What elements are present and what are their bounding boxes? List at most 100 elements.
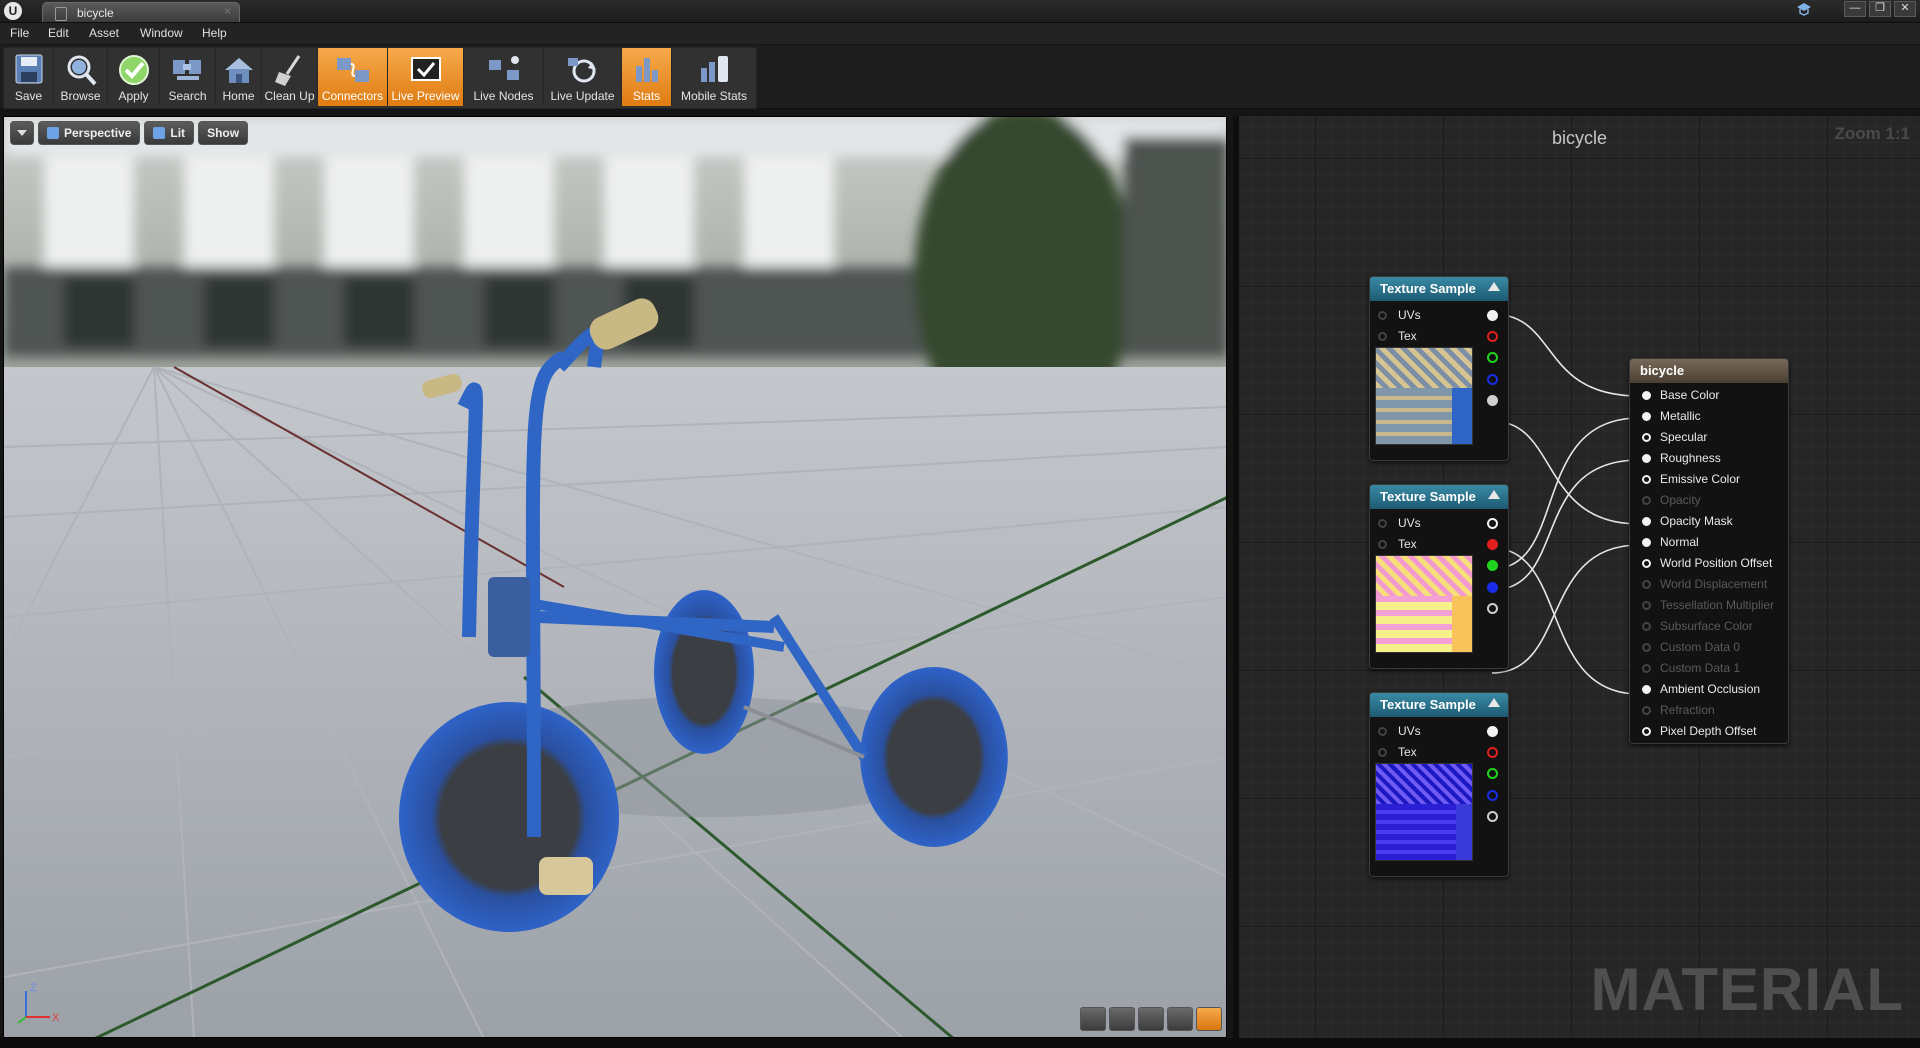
document-tab[interactable]: bicycle × <box>42 2 240 22</box>
apply-button[interactable]: Apply <box>108 48 160 106</box>
menu-file[interactable]: File <box>10 26 29 40</box>
output-r-pin[interactable] <box>1487 747 1498 758</box>
collapse-icon[interactable] <box>1488 698 1500 707</box>
plane-preview-button[interactable] <box>1138 1007 1164 1031</box>
clean-up-button[interactable]: Clean Up <box>262 48 318 106</box>
material-node-title: bicycle <box>1640 363 1685 378</box>
clean-up-icon <box>274 55 300 86</box>
browse-button[interactable]: Browse <box>54 48 108 106</box>
custom-mesh-preview-button[interactable] <box>1196 1007 1222 1031</box>
output-r-pin[interactable] <box>1487 331 1498 342</box>
search-icon <box>172 60 201 80</box>
live-preview-icon <box>410 57 441 81</box>
menu-help[interactable]: Help <box>202 26 227 40</box>
viewport-options-button[interactable] <box>10 121 34 145</box>
live-nodes-icon <box>488 56 519 80</box>
texture-sample-node[interactable]: Texture Sample UVs Tex <box>1369 692 1509 877</box>
output-rgb-pin[interactable] <box>1487 310 1498 321</box>
preview-mesh-buttons <box>1080 1007 1222 1031</box>
save-button[interactable]: Save <box>4 48 54 106</box>
tab-title: bicycle <box>77 6 114 20</box>
axis-gizmo-icon: Z X <box>17 982 60 1024</box>
packed-mask-texture <box>1375 555 1473 653</box>
mobile-stats-button[interactable]: Mobile Stats <box>672 48 756 106</box>
connectors-icon <box>336 58 369 82</box>
stats-button[interactable]: Stats <box>622 48 672 106</box>
status-bar <box>0 1038 1920 1048</box>
material-asset-icon <box>55 7 67 21</box>
base-color-texture <box>1375 347 1473 445</box>
minimize-button[interactable]: — <box>1844 1 1866 17</box>
menu-bar: File Edit Asset Window Help <box>0 23 1920 44</box>
normal-map-texture <box>1375 763 1473 861</box>
output-rgb-pin[interactable] <box>1487 518 1498 529</box>
output-r-pin[interactable] <box>1487 539 1498 550</box>
window-controls: — ❐ ✕ <box>1844 1 1916 17</box>
axis-z-label: Z <box>30 982 37 994</box>
search-button[interactable]: Search <box>160 48 216 106</box>
viewport-toolbar: Perspective Lit Show <box>10 121 249 145</box>
browse-icon <box>67 55 96 86</box>
output-g-pin[interactable] <box>1487 352 1498 363</box>
menu-edit[interactable]: Edit <box>48 26 69 40</box>
cube-preview-button[interactable] <box>1167 1007 1193 1031</box>
show-button[interactable]: Show <box>198 121 249 145</box>
home-button[interactable]: Home <box>216 48 262 106</box>
chevron-down-icon <box>17 130 27 136</box>
sphere-preview-button[interactable] <box>1109 1007 1135 1031</box>
save-icon <box>15 54 42 84</box>
title-bar: U bicycle × — ❐ ✕ <box>0 0 1920 23</box>
live-update-icon <box>567 58 596 83</box>
output-a-pin[interactable] <box>1487 603 1498 614</box>
menu-asset[interactable]: Asset <box>89 26 119 40</box>
cylinder-preview-button[interactable] <box>1080 1007 1106 1031</box>
node-header: bicycle <box>1630 359 1788 383</box>
axis-x-label: X <box>52 1012 60 1024</box>
perspective-button[interactable]: Perspective <box>38 121 141 145</box>
material-graph[interactable]: bicycle Zoom 1:1 MATERIAL Texture Sample… <box>1233 116 1920 1038</box>
output-b-pin[interactable] <box>1487 790 1498 801</box>
collapse-icon[interactable] <box>1488 282 1500 291</box>
preview-viewport[interactable]: Perspective Lit Show Z X <box>3 116 1227 1038</box>
node-header: Texture Sample <box>1370 277 1508 301</box>
node-header: Texture Sample <box>1370 693 1508 717</box>
tab-close-icon[interactable]: × <box>224 4 231 18</box>
wire-base-color <box>1491 313 1640 397</box>
node-header: Texture Sample <box>1370 485 1508 509</box>
toolbar: Save Browse Apply Search Home Clean Up C… <box>0 45 1920 109</box>
wire-opacity-mask <box>1491 420 1640 525</box>
graph-wires <box>1491 313 1640 695</box>
output-g-pin[interactable] <box>1487 560 1498 571</box>
connectors-button[interactable]: Connectors <box>318 48 388 106</box>
texture-sample-node[interactable]: Texture Sample UVs Tex <box>1369 276 1509 461</box>
mobile-stats-icon <box>701 56 728 82</box>
wire-ambient-occlusion <box>1491 547 1640 695</box>
collapse-icon[interactable] <box>1488 490 1500 499</box>
stats-icon <box>635 58 658 82</box>
output-rgb-pin[interactable] <box>1487 726 1498 737</box>
toolbar-buttons: Save Browse Apply Search Home Clean Up C… <box>3 47 757 109</box>
output-a-pin[interactable] <box>1487 395 1498 406</box>
menu-window[interactable]: Window <box>140 26 183 40</box>
maximize-button[interactable]: ❐ <box>1869 1 1891 17</box>
apply-icon <box>118 55 149 85</box>
close-button[interactable]: ✕ <box>1894 1 1916 17</box>
texture-sample-node[interactable]: Texture Sample UVs Tex <box>1369 484 1509 669</box>
viewport-scene <box>4 117 1226 1037</box>
live-nodes-button[interactable]: Live Nodes <box>464 48 544 106</box>
unreal-logo-icon: U <box>4 2 22 20</box>
output-b-pin[interactable] <box>1487 374 1498 385</box>
output-g-pin[interactable] <box>1487 768 1498 779</box>
feedback-icon[interactable] <box>1796 2 1812 16</box>
lit-button[interactable]: Lit <box>144 121 195 145</box>
live-preview-button[interactable]: Live Preview <box>388 48 464 106</box>
output-b-pin[interactable] <box>1487 582 1498 593</box>
wire-metallic <box>1491 417 1640 570</box>
home-icon <box>224 58 253 83</box>
material-result-node[interactable]: bicycle Base Color Metallic Specular Rou… <box>1629 358 1789 744</box>
output-a-pin[interactable] <box>1487 811 1498 822</box>
perspective-icon <box>47 127 59 139</box>
wire-roughness <box>1491 459 1640 591</box>
live-update-button[interactable]: Live Update <box>544 48 622 106</box>
lit-mode-icon <box>153 127 166 139</box>
